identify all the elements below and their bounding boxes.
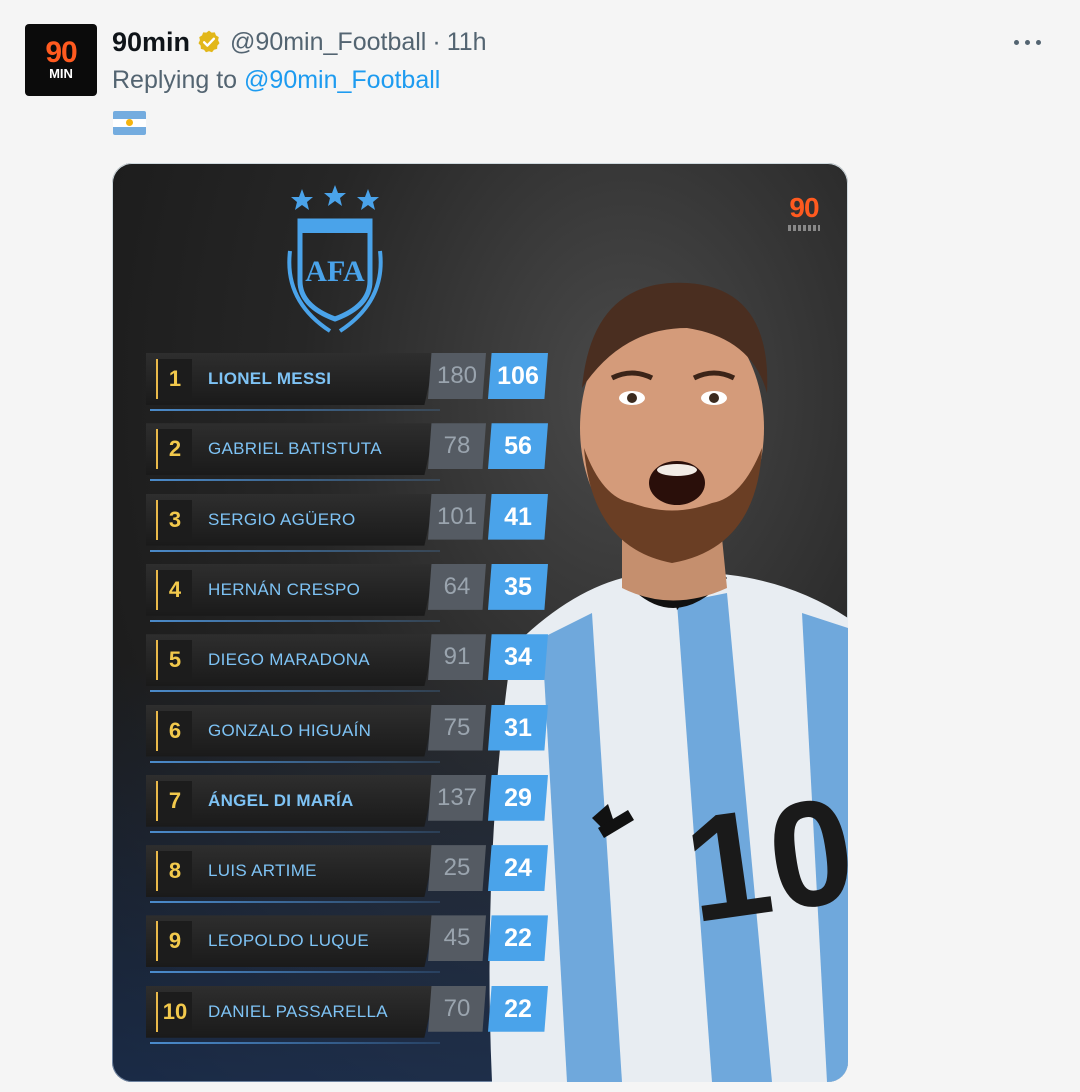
goals-value: 56 [488,423,548,470]
row-underline [150,901,440,904]
caps-value: 180 [428,353,486,399]
ranking-row: 8 LUIS ARTIME 25 24 [146,841,548,904]
row-underline [150,690,440,693]
verified-badge-icon[interactable] [196,29,222,55]
tweet-timestamp[interactable]: 11h [447,28,487,57]
player-name: DIEGO MARADONA [208,650,370,670]
rank-number: 8 [156,851,192,892]
replying-to-handle-link[interactable]: @90min_Football [244,66,440,94]
player-name: LEOPOLDO LUQUE [208,931,370,951]
separator-dot: · [432,27,441,56]
goals-value: 35 [488,563,548,610]
caps-value: 45 [428,915,486,962]
rank-number: 4 [156,569,192,610]
caps-value: 64 [428,563,486,610]
row-underline [150,760,440,763]
ranking-row: 10 DANIEL PASSARELLA 70 22 [146,982,548,1044]
row-underline [150,409,440,411]
author-name[interactable]: 90min [112,27,190,58]
goals-value: 34 [488,634,548,681]
replying-to-label: Replying to [112,66,245,94]
svg-text:10: 10 [675,764,848,954]
caps-value: 70 [428,985,486,1032]
ranking-row: 5 DIEGO MARADONA 91 34 [146,630,548,693]
ranking-row: 6 GONZALO HIGUAÍN 75 31 [146,701,548,763]
player-name: HERNÁN CRESPO [208,579,361,599]
row-underline [150,619,440,622]
rank-number: 2 [156,429,192,470]
player-name: ÁNGEL DI MARÍA [208,790,354,810]
brand-logo-text: 90 [789,192,819,223]
player-name: DANIEL PASSARELLA [208,1001,388,1021]
row-underline [150,971,440,974]
crest-text: AFA [305,255,365,288]
row-underline [150,830,440,833]
goals-value: 31 [488,704,548,751]
goals-value: 106 [488,353,548,399]
avatar-logo-text: MIN [49,66,73,81]
ranking-row: 7 ÁNGEL DI MARÍA 137 29 [146,771,548,833]
ranking-row: 3 SERGIO AGÜERO 101 41 [146,490,548,552]
player-name: SERGIO AGÜERO [208,509,356,529]
replying-to: Replying to @90min_Football [112,66,440,95]
caps-value: 137 [428,774,486,821]
ranking-row: 2 GABRIEL BATISTUTA 78 56 [146,419,548,482]
player-name: LUIS ARTIME [208,861,317,881]
caps-value: 75 [428,704,486,751]
ranking-row: 1 LIONEL MESSI 180 106 [146,349,548,411]
rank-number: 5 [156,640,192,681]
goals-value: 22 [488,915,548,962]
player-name: LIONEL MESSI [208,369,332,388]
rank-number: 9 [156,921,192,962]
rank-number: 10 [156,991,192,1032]
player-name: GABRIEL BATISTUTA [208,439,382,459]
caps-value: 78 [428,423,486,470]
goals-value: 24 [488,845,548,892]
brand-logo: 90 [786,193,822,233]
caps-value: 25 [428,845,486,892]
row-underline [150,549,440,552]
player-name: GONZALO HIGUAÍN [208,720,372,740]
caps-value: 91 [428,634,486,681]
rank-number: 3 [156,499,192,540]
more-options-icon[interactable] [1012,28,1044,56]
avatar-logo-number: 90 [45,36,77,69]
goals-value: 29 [488,774,548,821]
goals-value: 22 [488,985,548,1032]
tweet-header: 90min @90min_Football · 11h [112,24,487,60]
author-avatar[interactable]: 90 MIN [25,24,97,96]
rank-number: 7 [156,780,192,821]
rank-number: 6 [156,710,192,751]
afa-crest-icon: AFA [287,185,383,333]
ranking-row: 9 LEOPOLDO LUQUE 45 22 [146,911,548,974]
row-underline [150,1041,440,1044]
caps-value: 101 [428,493,486,540]
ranking-row: 4 HERNÁN CRESPO 64 35 [146,560,548,622]
tweet-media-image[interactable]: 10 90 AFA 1 LIONEL MESSI 180 106 2 GABRI… [112,163,848,1082]
argentina-flag-icon [113,111,146,135]
row-underline [150,479,440,482]
rank-number: 1 [156,359,192,399]
goals-value: 41 [488,493,548,540]
author-handle[interactable]: @90min_Football [230,28,426,57]
